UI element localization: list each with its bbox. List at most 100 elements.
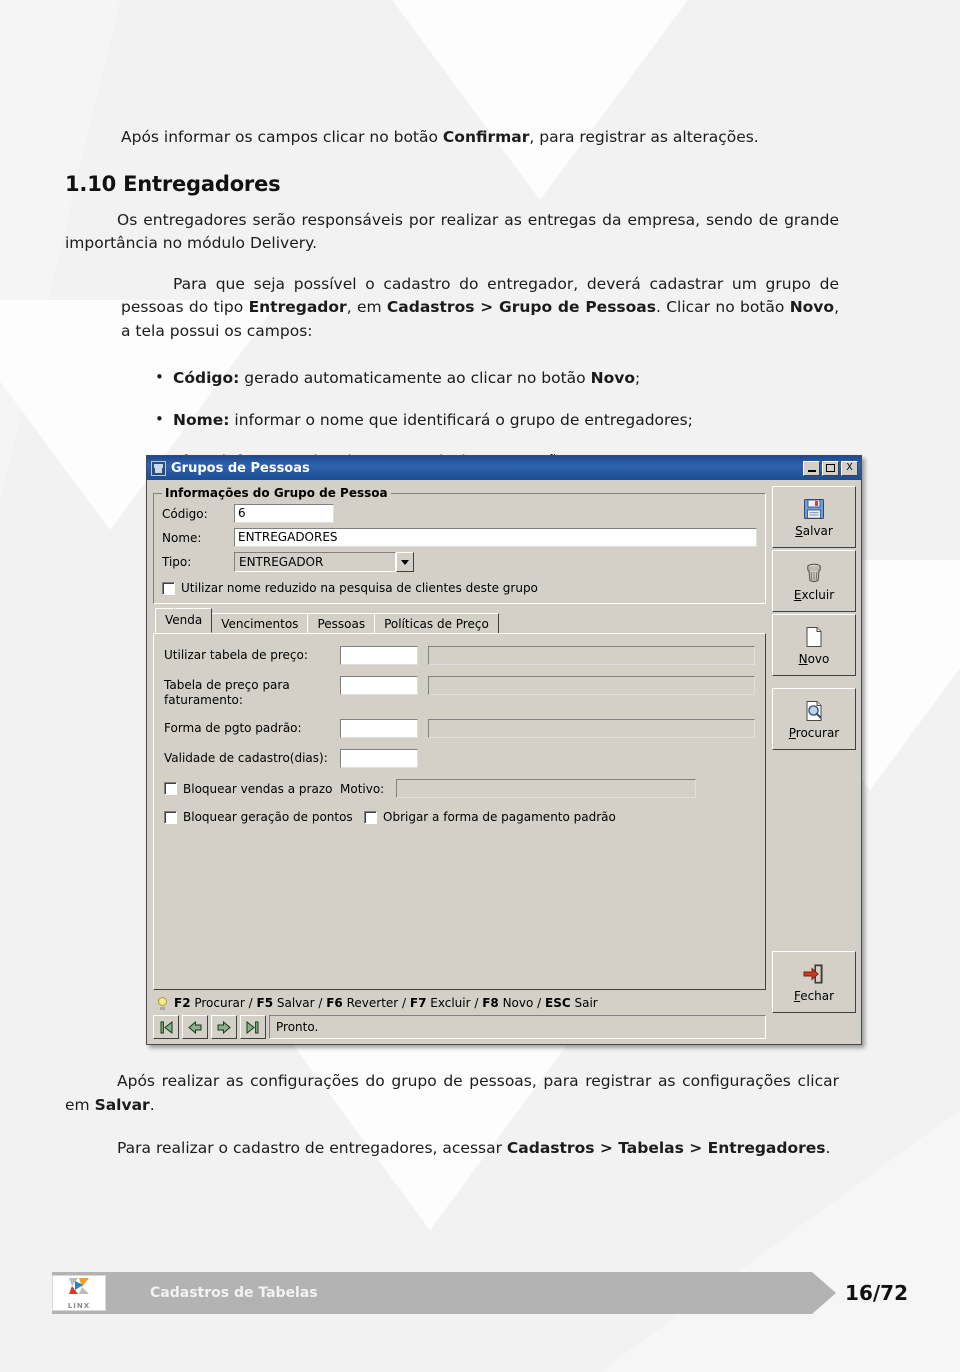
shortcut-action: Salvar /	[273, 996, 327, 1010]
nome-row: Nome: ENTREGADORES	[162, 528, 757, 547]
shortcut-key: F7	[409, 996, 427, 1010]
obrigar-forma-label: Obrigar a forma de pagamento padrão	[383, 810, 616, 824]
shortcut-key: F2	[174, 996, 191, 1010]
tipo-selected-value: ENTREGADOR	[234, 552, 396, 572]
tipo-select[interactable]: ENTREGADOR	[234, 552, 414, 572]
list-item: Nome: informar o nome que identificará o…	[121, 408, 839, 432]
paragraph-3: Após realizar as configurações do grupo …	[65, 1072, 839, 1114]
forma-pgto-padrao-label: Forma de pgto padrão:	[164, 721, 302, 735]
tipo-row: Tipo: ENTREGADOR	[162, 552, 757, 572]
record-navigation-bar: Pronto.	[153, 1015, 766, 1039]
nome-reduzido-row[interactable]: Utilizar nome reduzido na pesquisa de cl…	[162, 581, 757, 595]
document-body: Após informar os campos clicar no botão …	[65, 0, 839, 491]
trash-can-icon	[807, 563, 821, 582]
procurar-button[interactable]: Procurar	[772, 688, 856, 750]
tabela-preco-faturamento-row: Tabela de preço para faturamento:	[164, 676, 755, 708]
exit-door-icon	[803, 964, 823, 983]
nome-input[interactable]: ENTREGADORES	[234, 528, 757, 547]
page-number: 16/72	[845, 1281, 908, 1305]
button-column-spacer	[772, 752, 856, 951]
linx-wordmark: LINX	[67, 1302, 91, 1310]
tabela-preco-faturamento-label: Tabela de preço para faturamento:	[164, 678, 290, 707]
codigo-row: Código: 6	[162, 504, 757, 523]
form-column: Informações do Grupo de Pessoa Código: 6…	[153, 486, 766, 1039]
utilizar-tabela-preco-label: Utilizar tabela de preço:	[164, 648, 308, 662]
tipo-label: Tipo:	[162, 555, 192, 569]
grupos-de-pessoas-window[interactable]: Grupos de Pessoas X Informações do Grupo…	[146, 455, 862, 1045]
tab-politicas-de-preco[interactable]: Políticas de Preço	[374, 613, 499, 634]
bloquear-pontos-row: Bloquear geração de pontos Obrigar a for…	[164, 810, 755, 824]
utilizar-tabela-preco-code[interactable]	[340, 646, 418, 665]
shortcut-hint-text: F2 Procurar / F5 Salvar / F6 Reverter / …	[174, 996, 598, 1010]
shortcut-hint-bar: F2 Procurar / F5 Salvar / F6 Reverter / …	[153, 993, 766, 1013]
bloquear-vendas-checkbox-group[interactable]: Bloquear vendas a prazo	[164, 782, 340, 796]
next-record-button[interactable]	[211, 1015, 237, 1039]
window-titlebar[interactable]: Grupos de Pessoas X	[147, 456, 861, 480]
action-button-column: Salvar Excluir Novo Procurar Fechar	[772, 486, 856, 1039]
last-record-icon	[246, 1020, 259, 1034]
shortcut-key: ESC	[545, 996, 571, 1010]
bloquear-vendas-checkbox[interactable]	[164, 782, 177, 795]
linx-logo: LINX	[52, 1275, 106, 1311]
group-info-panel: Informações do Grupo de Pessoa Código: 6…	[153, 486, 766, 604]
obrigar-forma-checkbox[interactable]	[364, 810, 377, 824]
motivo-input	[396, 779, 696, 798]
bloquear-pontos-checkbox-group[interactable]: Bloquear geração de pontos	[164, 810, 364, 824]
bloquear-vendas-row: Bloquear vendas a prazo Motivo:	[164, 779, 755, 798]
window-client-area: Informações do Grupo de Pessoa Código: 6…	[147, 480, 861, 1044]
fechar-button-label: Fechar	[793, 988, 835, 1003]
salvar-button-label: Salvar	[795, 523, 833, 538]
tabela-preco-faturamento-code[interactable]	[340, 676, 418, 695]
utilizar-tabela-preco-row: Utilizar tabela de preço:	[164, 646, 755, 665]
validade-cadastro-label: Validade de cadastro(dias):	[164, 751, 328, 765]
bloquear-pontos-label: Bloquear geração de pontos	[183, 810, 353, 824]
codigo-label: Código:	[162, 506, 208, 521]
linx-mark-icon	[66, 1276, 92, 1301]
tabstrip[interactable]: Venda Vencimentos Pessoas Políticas de P…	[155, 608, 766, 634]
validade-cadastro-input[interactable]	[340, 749, 418, 768]
tab-venda[interactable]: Venda	[155, 608, 213, 633]
status-bar: Pronto.	[269, 1015, 766, 1039]
tab-vencimentos[interactable]: Vencimentos	[211, 613, 309, 634]
minimize-icon[interactable]	[803, 460, 820, 476]
intro-paragraph: Após informar os campos clicar no botão …	[121, 128, 759, 146]
shortcut-key: F6	[326, 996, 343, 1010]
motivo-label: Motivo:	[340, 781, 385, 796]
nome-reduzido-checkbox[interactable]	[162, 581, 175, 595]
fechar-button[interactable]: Fechar	[772, 951, 856, 1013]
section-heading: 1.10 Entregadores	[65, 171, 281, 196]
first-record-button[interactable]	[153, 1015, 179, 1039]
maximize-icon[interactable]	[822, 460, 839, 476]
tab-pessoas[interactable]: Pessoas	[307, 613, 376, 634]
obrigar-forma-checkbox-group[interactable]: Obrigar a forma de pagamento padrão	[364, 810, 616, 824]
paragraph-1: Os entregadores serão responsáveis por r…	[65, 210, 839, 253]
excluir-button-label: Excluir	[793, 587, 835, 602]
chevron-down-icon[interactable]	[396, 552, 414, 572]
window-title: Grupos de Pessoas	[171, 460, 310, 476]
paragraph-2: Para que seja possível o cadastro do ent…	[121, 274, 839, 340]
validade-cadastro-row: Validade de cadastro(dias):	[164, 749, 755, 768]
shortcut-action: Procurar /	[190, 996, 257, 1010]
shortcut-action: Sair	[570, 996, 598, 1010]
excluir-button[interactable]: Excluir	[772, 550, 856, 612]
window-controls[interactable]: X	[803, 460, 858, 476]
previous-record-button[interactable]	[182, 1015, 208, 1039]
floppy-disk-icon	[804, 498, 824, 519]
page-magnifier-icon	[806, 700, 822, 721]
codigo-input[interactable]: 6	[234, 504, 334, 523]
novo-button[interactable]: Novo	[772, 614, 856, 676]
last-record-button[interactable]	[240, 1015, 266, 1039]
salvar-button[interactable]: Salvar	[772, 486, 856, 548]
shortcut-action: Excluir /	[426, 996, 483, 1010]
footer-section-title: Cadastros de Tabelas	[150, 1285, 318, 1301]
close-icon[interactable]: X	[841, 460, 858, 476]
first-record-icon	[160, 1020, 173, 1034]
bloquear-pontos-checkbox[interactable]	[164, 810, 177, 824]
forma-pgto-padrao-row: Forma de pgto padrão:	[164, 719, 755, 738]
paragraph-4: Para realizar o cadastro de entregadores…	[117, 1139, 831, 1158]
shortcut-action: Novo /	[498, 996, 545, 1010]
lightbulb-icon	[157, 996, 168, 1010]
forma-pgto-padrao-code[interactable]	[340, 719, 418, 738]
utilizar-tabela-preco-desc	[428, 646, 755, 665]
procurar-button-label: Procurar	[788, 725, 840, 740]
